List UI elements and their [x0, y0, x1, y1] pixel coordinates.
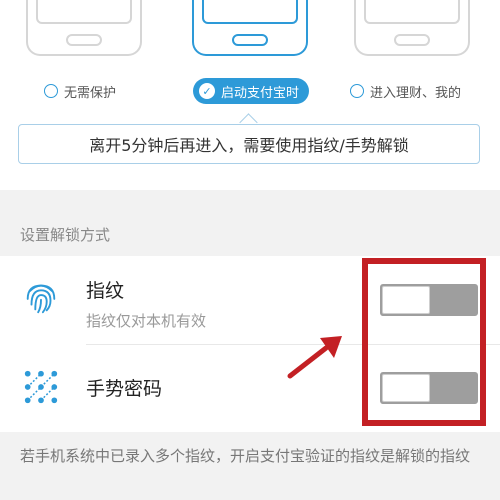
option-enter-wealth[interactable]: 进入理财、我的 [350, 78, 461, 104]
radio-icon [350, 84, 364, 98]
option-label: 进入理财、我的 [370, 85, 462, 101]
phone-illustration-launch [192, 0, 308, 56]
gesture-title: 手势密码 [86, 378, 163, 400]
gesture-pattern-icon [24, 370, 58, 404]
option-label: 启动支付宝时 [221, 85, 300, 101]
annotation-arrow-icon [287, 336, 342, 379]
fingerprint-note: 若手机系统中已录入多个指纹，开启支付宝验证的指纹是解锁的指纹 [20, 447, 471, 465]
hint-box: 离开5分钟后再进入，需要使用指纹/手势解锁 [18, 124, 480, 164]
fingerprint-subtitle: 指纹仅对本机有效 [86, 312, 207, 330]
section-title: 设置解锁方式 [20, 226, 111, 244]
phone-illustration-wealth [354, 0, 470, 56]
option-label: 无需保护 [64, 85, 117, 101]
fingerprint-title: 指纹 [86, 280, 125, 302]
radio-icon [44, 84, 58, 98]
highlight-box [362, 258, 486, 426]
checkmark-icon: ✓ [199, 83, 215, 99]
fingerprint-icon [26, 284, 56, 314]
option-on-launch[interactable]: ✓ 启动支付宝时 [193, 78, 310, 104]
option-no-protection[interactable]: 无需保护 [44, 78, 116, 104]
lock-scope-panel: 无需保护 ✓ 启动支付宝时 进入理财、我的 离开5分钟后再进入，需要使用指纹/手… [0, 0, 500, 190]
phone-illustration-none [26, 0, 142, 56]
hint-text: 离开5分钟后再进入，需要使用指纹/手势解锁 [89, 136, 409, 155]
